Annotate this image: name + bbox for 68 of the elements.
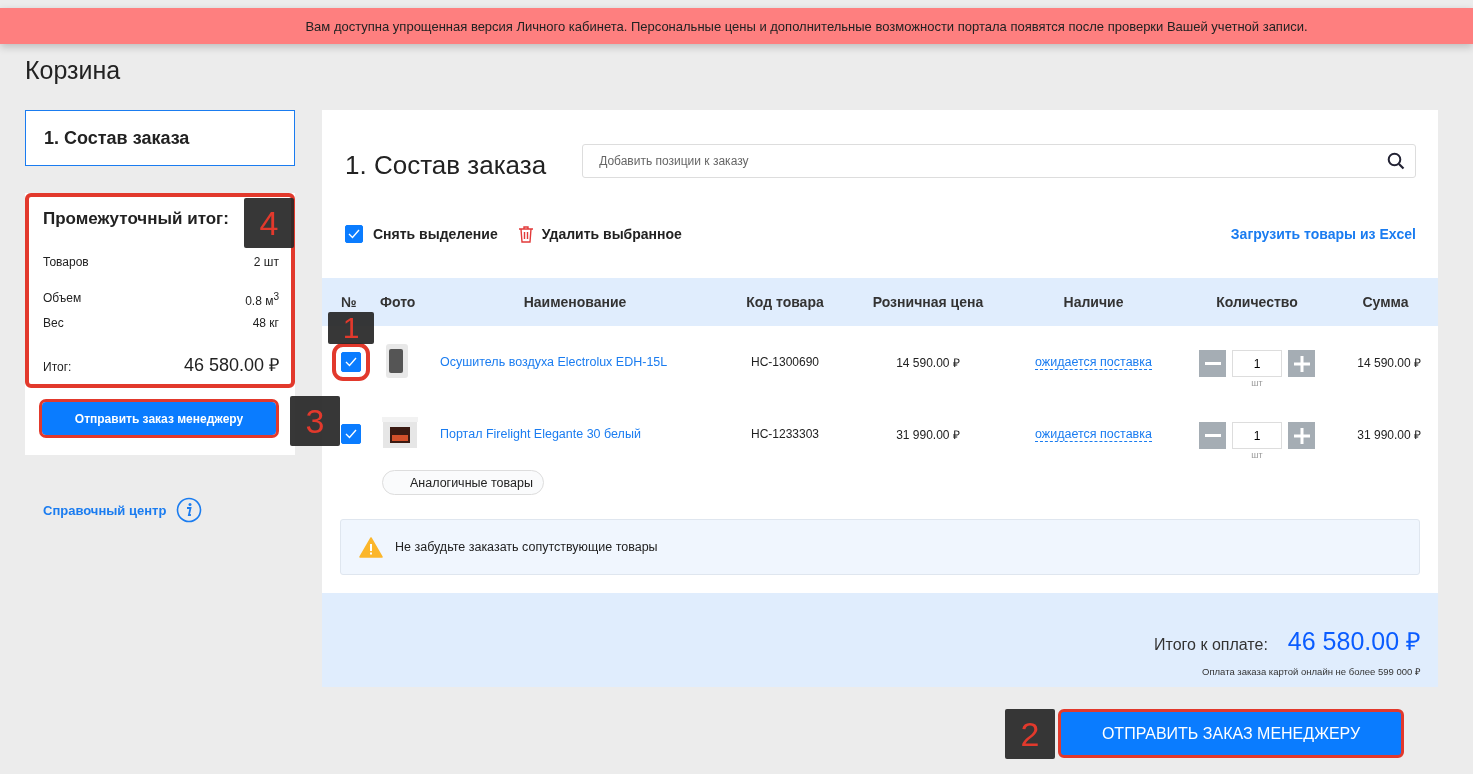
notice-banner: Вам доступна упрощенная версия Личного кабинета. Персональные цены и дополнительные возможности портала появятся после проверки Вашей учетной записи. bbox=[0, 8, 1473, 44]
summary-label: Товаров bbox=[43, 255, 89, 269]
minus-icon[interactable] bbox=[1204, 434, 1221, 437]
column-header: Код товара bbox=[745, 294, 825, 310]
subtotal-title: Промежуточный итог: bbox=[43, 209, 229, 229]
trash-icon[interactable] bbox=[517, 225, 534, 243]
help-center-link[interactable]: Справочный центр bbox=[43, 502, 167, 518]
price-cell-text: 31 990.00 ₽ bbox=[895, 426, 961, 443]
product-code: HC-1300690 bbox=[749, 355, 820, 369]
step-tab[interactable]: 1. Состав заказа bbox=[25, 110, 295, 166]
plus-icon[interactable] bbox=[1293, 355, 1310, 372]
summary-value: 2 шт bbox=[253, 255, 279, 269]
summary-label: Объем bbox=[43, 291, 82, 307]
search-icon[interactable] bbox=[1387, 152, 1405, 170]
increase-button[interactable] bbox=[1288, 350, 1315, 377]
quantity-field[interactable]: 1 bbox=[1232, 350, 1282, 377]
sum-cell-text: 14 590.00 ₽ bbox=[1356, 354, 1422, 371]
annotation-badge: 2 bbox=[1005, 709, 1055, 759]
delete-selected-button[interactable]: Удалить выбранное bbox=[541, 226, 682, 242]
availability-link[interactable]: ожидается поставка bbox=[1035, 427, 1152, 442]
check-icon bbox=[348, 229, 360, 239]
fireplace-photo bbox=[382, 416, 418, 449]
minus-icon[interactable] bbox=[1204, 362, 1221, 365]
notice-text: Не забудьте заказать сопутствующие товары bbox=[395, 540, 658, 554]
annotation-badge: 3 bbox=[290, 396, 340, 446]
section-title: 1. Состав заказа bbox=[345, 149, 547, 181]
annotation-badge: 1 bbox=[328, 312, 374, 344]
unit-label: шт bbox=[1251, 378, 1263, 388]
grand-total-value: 46 580.00 ₽ bbox=[1287, 626, 1421, 657]
summary-label: Вес bbox=[43, 316, 64, 330]
product-code: HC-1233303 bbox=[749, 427, 820, 441]
column-header: № bbox=[340, 294, 358, 310]
unit-label: шт bbox=[1251, 450, 1263, 460]
total-label: Итог: bbox=[43, 360, 72, 374]
similar-products-button[interactable]: Аналогичные товары bbox=[382, 470, 544, 495]
check-icon bbox=[345, 429, 357, 439]
increase-button[interactable] bbox=[1288, 422, 1315, 449]
column-header: Наличие bbox=[1062, 294, 1125, 310]
decrease-button[interactable] bbox=[1199, 350, 1226, 377]
summary-value: 0.8 м$^{3}$ bbox=[245, 291, 279, 308]
grand-total-label: Итого к оплате: bbox=[1154, 636, 1268, 654]
info-icon[interactable] bbox=[176, 497, 203, 523]
annotation-badge: 4 bbox=[244, 198, 294, 248]
excel-import-link[interactable]: Загрузить товары из Excel bbox=[1230, 226, 1416, 242]
column-header: Сумма bbox=[1361, 294, 1410, 310]
page-title: Корзина bbox=[25, 56, 122, 86]
product-name-link[interactable]: Осушитель воздуха Electrolux EDH-15L bbox=[440, 355, 668, 369]
payment-note: Оплата заказа картой онлайн не более 599 000 ₽ bbox=[1202, 665, 1421, 678]
column-header: Количество bbox=[1215, 294, 1299, 310]
column-header: Розничная цена bbox=[871, 294, 985, 310]
product-name-link[interactable]: Портал Firelight Elegante 30 белый bbox=[440, 427, 641, 441]
decrease-button[interactable] bbox=[1199, 422, 1226, 449]
submit-order-button[interactable]: ОТПРАВИТЬ ЗАКАЗ МЕНЕДЖЕРУ bbox=[1060, 711, 1402, 756]
check-icon bbox=[345, 357, 357, 367]
total-value: 46 580.00 ₽ bbox=[183, 354, 279, 376]
sum-cell-text: 31 990.00 ₽ bbox=[1356, 426, 1422, 443]
search-field[interactable]: Добавить позиции к заказу bbox=[582, 144, 1416, 178]
warning-icon bbox=[359, 536, 383, 558]
deselect-button[interactable]: Снять выделение bbox=[345, 225, 498, 243]
row-checkbox[interactable] bbox=[341, 424, 361, 444]
column-header: Наименование bbox=[522, 294, 628, 310]
send-to-manager-button[interactable]: Отправить заказ менеджеру bbox=[42, 402, 276, 435]
price-cell-text: 14 590.00 ₽ bbox=[895, 354, 961, 371]
plus-icon[interactable] bbox=[1293, 427, 1310, 444]
column-header: Фото bbox=[380, 294, 417, 310]
quantity-field[interactable]: 1 bbox=[1232, 422, 1282, 449]
summary-value: 48 кг bbox=[252, 316, 279, 330]
availability-link[interactable]: ожидается поставка bbox=[1035, 355, 1152, 370]
